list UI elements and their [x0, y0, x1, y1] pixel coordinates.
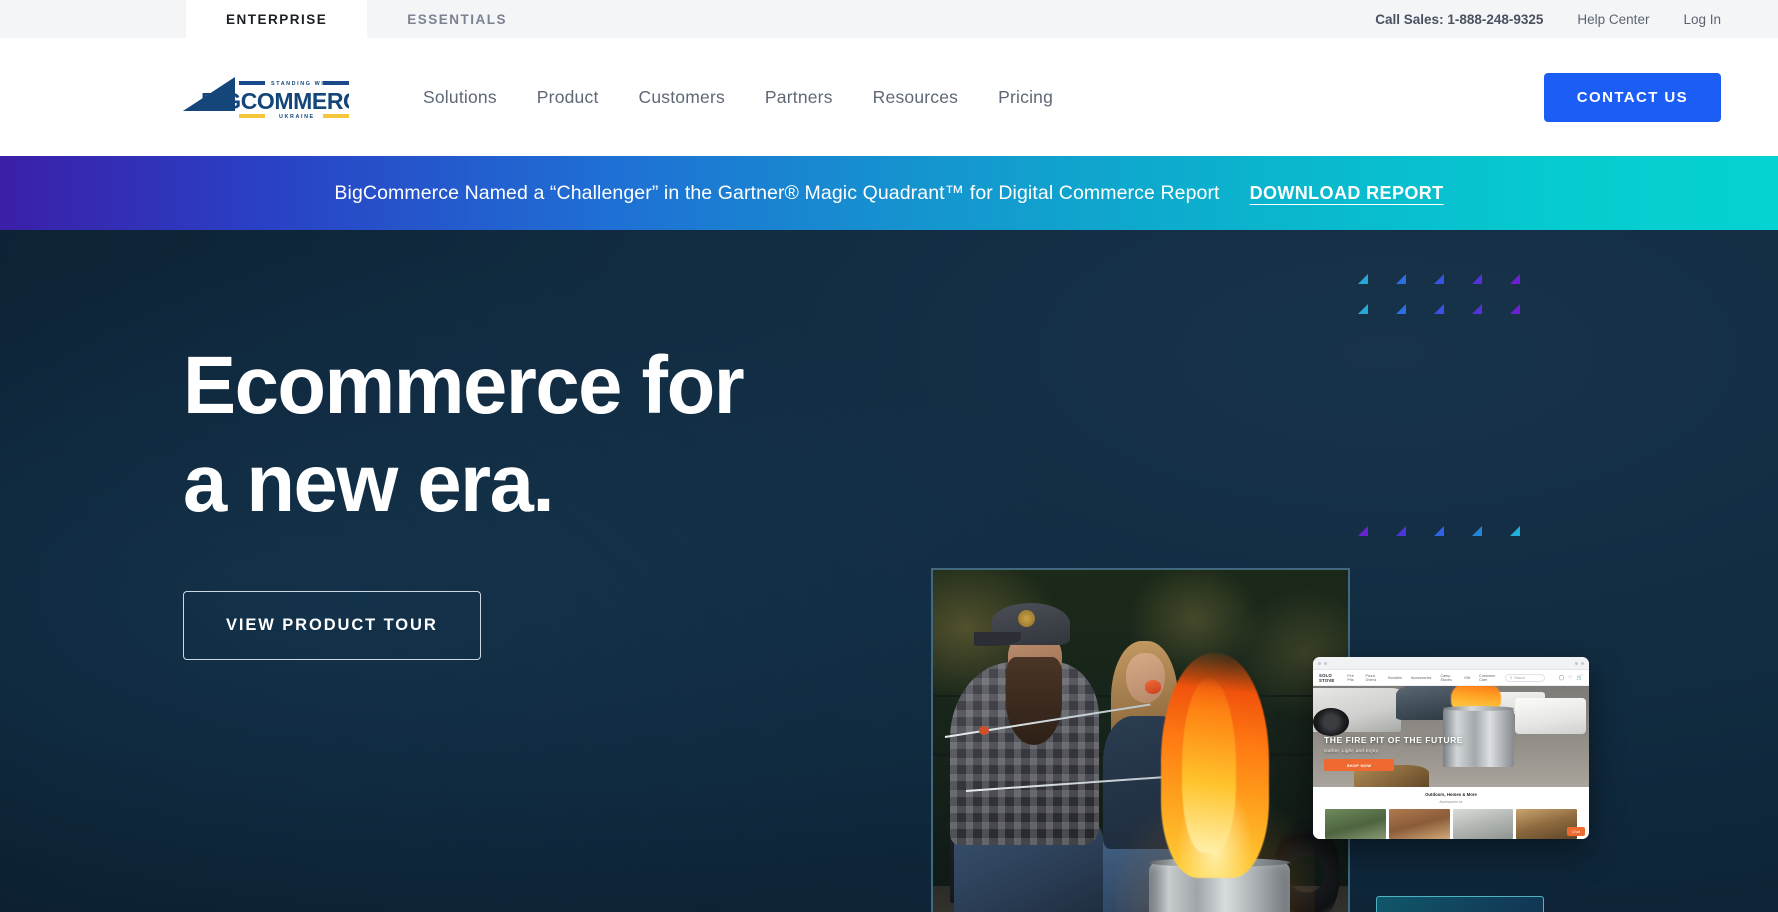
decorative-triangle	[1396, 526, 1406, 536]
call-sales-link[interactable]: Call Sales: 1-888-248-9325	[1375, 12, 1543, 27]
svg-text:BIGCOMMERCE: BIGCOMMERCE	[201, 88, 349, 114]
announcement-text: BigCommerce Named a “Challenger” in the …	[334, 181, 1220, 204]
decorative-triangle	[1510, 526, 1520, 536]
browser-dot-icon	[1324, 661, 1327, 665]
preview-hero-copy: THE FIRE PIT OF THE FUTURE Gather, Light…	[1324, 735, 1463, 771]
tab-enterprise-label: ENTERPRISE	[226, 11, 328, 27]
decorative-triangle	[1396, 304, 1406, 314]
browser-dot-icon	[1318, 661, 1321, 665]
nav-item-partners[interactable]: Partners	[745, 79, 853, 116]
preview-hero-subheading: Gather, Light, and Enjoy.	[1324, 748, 1380, 753]
tab-essentials-label: ESSENTIALS	[407, 11, 508, 27]
preview-product-tile[interactable]	[1452, 808, 1514, 839]
hero-photo	[931, 568, 1350, 912]
decorative-triangle	[1434, 526, 1444, 536]
bigcommerce-logo-svg: STANDING WITH BIGCOMMERCE UKRAINE	[183, 77, 349, 120]
search-icon: ⚲	[1509, 675, 1513, 680]
view-product-tour-button[interactable]: VIEW PRODUCT TOUR	[183, 590, 481, 660]
preview-hero: THE FIRE PIT OF THE FUTURE Gather, Light…	[1313, 686, 1589, 787]
hero-title-line1: Ecommerce for	[183, 340, 745, 431]
decorative-triangle	[1510, 274, 1520, 284]
decorative-triangle	[1472, 526, 1482, 536]
preview-nav-fire-pits[interactable]: Fire Pits	[1347, 674, 1356, 682]
nav-item-partners-label: Partners	[764, 86, 833, 107]
nav-item-product-label: Product	[536, 86, 599, 107]
decorative-triangle	[1510, 304, 1520, 314]
decorative-triangle	[1358, 304, 1368, 314]
decorative-triangle	[1358, 526, 1368, 536]
primary-nav: Solutions Product Customers Partners Res…	[403, 79, 1073, 116]
preview-nav-camp-stoves[interactable]: Camp Stoves	[1440, 674, 1455, 682]
nav-item-resources-label: Resources	[872, 86, 959, 107]
preview-brand-logo: SOLO STOVE	[1319, 672, 1335, 683]
download-report-link[interactable]: DOWNLOAD REPORT	[1250, 183, 1444, 204]
browser-dot-icon	[1581, 661, 1584, 665]
preview-utility-icons: ◯ ♡ 🛒	[1559, 675, 1583, 681]
preview-browser-bar	[1313, 657, 1589, 670]
nav-item-pricing-label: Pricing	[998, 86, 1054, 107]
audience-tab-group: ENTERPRISE ESSENTIALS	[186, 0, 547, 38]
tab-enterprise[interactable]: ENTERPRISE	[186, 0, 368, 38]
decorative-triangle	[1434, 304, 1444, 314]
photo-flame-inner	[1182, 678, 1236, 853]
main-header: STANDING WITH BIGCOMMERCE UKRAINE Soluti…	[0, 38, 1778, 156]
preview-nav-customer-care[interactable]: Customer Care	[1479, 674, 1496, 682]
hero-title-line2: a new era.	[183, 438, 555, 530]
announcement-banner: BigCommerce Named a “Challenger” in the …	[0, 156, 1778, 230]
preview-tire	[1313, 708, 1349, 737]
cart-icon[interactable]: 🛒	[1577, 675, 1583, 681]
decorative-triangle	[1472, 274, 1482, 284]
bigcommerce-logo[interactable]: STANDING WITH BIGCOMMERCE UKRAINE	[183, 73, 349, 121]
preview-cooler	[1514, 698, 1587, 735]
preview-product-tiles	[1313, 804, 1589, 839]
contact-us-button[interactable]: CONTACT US	[1543, 72, 1721, 122]
utility-bar: ENTERPRISE ESSENTIALS Call Sales: 1-888-…	[0, 0, 1778, 38]
nav-item-resources[interactable]: Resources	[853, 79, 978, 116]
decorative-triangle	[1396, 274, 1406, 284]
tab-essentials[interactable]: ESSENTIALS	[367, 0, 547, 38]
nav-item-customers[interactable]: Customers	[619, 79, 745, 116]
hero-title: Ecommerce for a new era.	[183, 345, 745, 530]
preview-chat-button[interactable]: Chat	[1567, 827, 1585, 836]
nav-item-product[interactable]: Product	[517, 79, 619, 116]
decorative-triangle	[1434, 274, 1444, 284]
browser-dot-icon	[1575, 661, 1578, 665]
nav-item-solutions-label: Solutions	[423, 86, 497, 107]
nav-item-solutions[interactable]: Solutions	[403, 79, 517, 116]
photo-man-beard	[1005, 657, 1062, 745]
svg-text:UKRAINE: UKRAINE	[279, 114, 315, 120]
preview-nav-gift[interactable]: Gift	[1464, 676, 1470, 680]
photo-marshmallow-upper	[1144, 680, 1162, 694]
preview-shop-now-button[interactable]: SHOP NOW	[1324, 759, 1394, 771]
preview-search-input[interactable]: ⚲ Search	[1504, 673, 1545, 682]
preview-storefront-nav: SOLO STOVE Fire Pits Pizza Ovens Bundles…	[1313, 670, 1589, 686]
preview-search-placeholder: Search	[1514, 675, 1525, 680]
hero-section: Ecommerce for a new era. VIEW PRODUCT TO…	[0, 230, 1778, 912]
preview-lower-section: Outdoors, Homes & More Accessories for	[1313, 787, 1589, 839]
preview-product-tile[interactable]	[1325, 808, 1386, 839]
decorative-triangle	[1472, 304, 1482, 314]
help-center-link[interactable]: Help Center	[1577, 12, 1649, 27]
preview-section-title: Outdoors, Homes & More	[1425, 792, 1477, 797]
wishlist-icon[interactable]: ♡	[1568, 675, 1572, 681]
log-in-link[interactable]: Log In	[1683, 12, 1721, 27]
nav-item-customers-label: Customers	[638, 86, 725, 107]
preview-product-tile[interactable]	[1388, 808, 1450, 839]
preview-hero-heading: THE FIRE PIT OF THE FUTURE	[1324, 735, 1464, 745]
preview-nav-accessories[interactable]: Accessories	[1411, 676, 1431, 680]
decorative-triangle	[1358, 274, 1368, 284]
storefront-preview-card[interactable]: SOLO STOVE Fire Pits Pizza Ovens Bundles…	[1313, 657, 1589, 839]
account-icon[interactable]: ◯	[1559, 675, 1565, 681]
preview-nav-pizza-ovens[interactable]: Pizza Ovens	[1366, 674, 1380, 682]
nav-item-pricing[interactable]: Pricing	[978, 79, 1073, 116]
preview-nav-bundles[interactable]: Bundles	[1388, 676, 1402, 680]
hero-copy-block: Ecommerce for a new era. VIEW PRODUCT TO…	[183, 345, 761, 660]
svg-text:STANDING WITH: STANDING WITH	[271, 81, 335, 87]
solo-stove-card[interactable]: SOLO STOVE VIEW STORE	[1376, 896, 1544, 912]
solo-stove-title: SOLO STOVE	[1377, 897, 1543, 912]
utility-links: Call Sales: 1-888-248-9325 Help Center L…	[1375, 0, 1778, 38]
